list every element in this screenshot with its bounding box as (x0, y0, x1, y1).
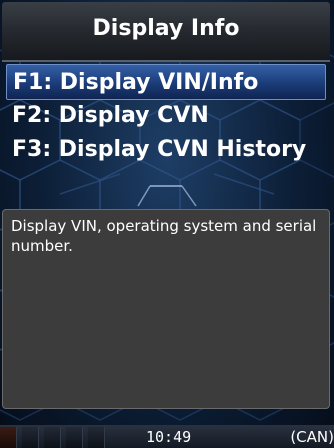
page-title: Display Info (92, 16, 240, 41)
menu-item-label: F1: Display VIN/Info (13, 70, 259, 95)
menu-item-display-cvn[interactable]: F2: Display CVN (6, 98, 326, 134)
signal-bar-icon (0, 427, 17, 448)
description-panel: Display VIN, operating system and serial… (2, 209, 330, 409)
signal-bar-icon (88, 427, 105, 448)
protocol-indicator: (CAN) (290, 428, 334, 446)
signal-bar-icon (66, 427, 83, 448)
menu-item-display-cvn-history[interactable]: F3: Display CVN History (6, 132, 326, 168)
title-bar: Display Info (2, 2, 330, 62)
menu-item-label: F2: Display CVN (12, 103, 209, 128)
description-text: Display VIN, operating system and serial… (11, 217, 317, 255)
device-screen: Display Info F1: Display VIN/Info F2: Di… (0, 0, 334, 448)
status-bar: 10:49 (CAN) (0, 425, 334, 448)
signal-bar-icon (22, 427, 39, 448)
hexagon-divider (59, 173, 275, 207)
clock-time: 10:49 (146, 428, 192, 446)
signal-bar-icon (44, 427, 61, 448)
menu-item-label: F3: Display CVN History (12, 137, 307, 162)
menu-item-display-vin-info[interactable]: F1: Display VIN/Info (6, 64, 326, 100)
